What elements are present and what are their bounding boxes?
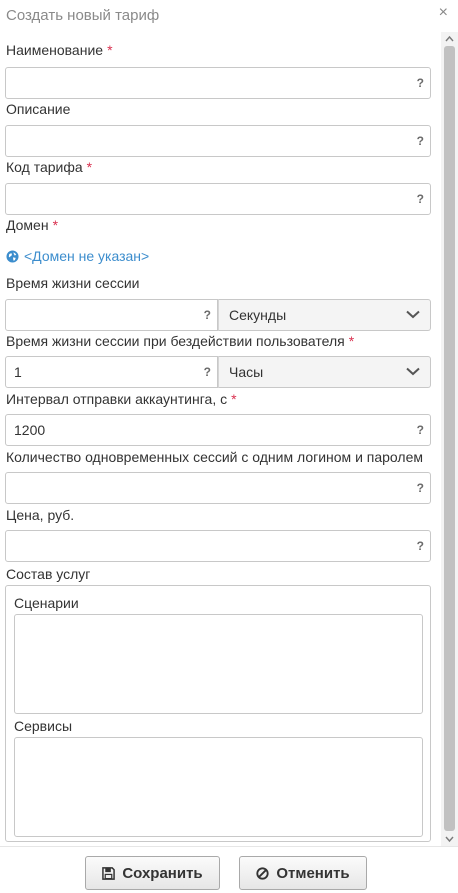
vertical-scrollbar[interactable] [441, 32, 458, 846]
help-icon[interactable]: ? [204, 365, 211, 379]
scenarios-list[interactable] [14, 614, 423, 714]
dialog-header: Создать новый тариф × [0, 0, 458, 32]
help-icon[interactable]: ? [417, 134, 424, 148]
concurrent-sessions-input[interactable]: ? [5, 472, 431, 504]
form-scroll-area: Наименование * ? Описание ? Код тарифа * ?… [0, 32, 458, 846]
help-icon[interactable]: ? [417, 481, 424, 495]
concurrent-sessions-label: Количество одновременных сессий с одним … [6, 449, 423, 465]
required-mark: * [348, 333, 355, 349]
session-lifetime-unit-select[interactable]: Секунды [218, 299, 431, 331]
required-mark: * [86, 159, 93, 175]
domain-select-link[interactable]: <Домен не указан> [6, 248, 149, 264]
idle-lifetime-group: 1 ? Часы [5, 356, 431, 388]
price-input[interactable]: ? [5, 530, 431, 562]
floppy-disk-icon [102, 866, 116, 880]
dialog-title: Создать новый тариф [6, 7, 160, 24]
session-lifetime-group: ? Секунды [5, 299, 431, 331]
idle-lifetime-unit-select[interactable]: Часы [218, 356, 431, 388]
services-sub-label: Сервисы [14, 718, 73, 734]
close-icon[interactable]: × [439, 5, 448, 21]
help-icon[interactable]: ? [204, 308, 211, 322]
help-icon[interactable]: ? [417, 539, 424, 553]
idle-lifetime-input[interactable]: 1 ? [5, 356, 218, 388]
ban-icon [256, 866, 269, 880]
session-lifetime-label: Время жизни сессии [6, 275, 140, 291]
accounting-interval-input[interactable]: 1200 ? [5, 414, 431, 446]
help-icon[interactable]: ? [417, 76, 424, 90]
save-button[interactable]: Сохранить [85, 856, 220, 890]
code-input[interactable]: ? [5, 183, 431, 215]
scenarios-label: Сценарии [14, 595, 79, 611]
name-input[interactable]: ? [5, 67, 431, 99]
scroll-up-icon[interactable] [444, 33, 455, 45]
chevron-down-icon [406, 367, 420, 376]
scrollbar-thumb[interactable] [444, 46, 455, 831]
price-label: Цена, руб. [6, 507, 75, 523]
dialog-footer: Сохранить Отменить [0, 846, 458, 893]
code-label: Код тарифа * [6, 159, 93, 175]
required-mark: * [231, 391, 237, 407]
required-mark: * [52, 217, 59, 233]
chevron-down-icon [406, 310, 420, 319]
help-icon[interactable]: ? [417, 192, 424, 206]
services-group: Сценарии Сервисы [5, 585, 431, 842]
globe-icon [6, 250, 19, 263]
scroll-down-icon[interactable] [444, 833, 455, 845]
session-lifetime-input[interactable]: ? [5, 299, 218, 331]
description-label: Описание [6, 101, 71, 117]
services-label: Состав услуг [6, 566, 91, 582]
idle-lifetime-label: Время жизни сессии при бездействии польз… [6, 333, 355, 349]
services-list[interactable] [14, 737, 423, 837]
name-label: Наименование * [6, 42, 113, 58]
required-mark: * [107, 42, 113, 58]
domain-label: Домен * [6, 217, 59, 233]
description-input[interactable]: ? [5, 125, 431, 157]
accounting-interval-label: Интервал отправки аккаунтинга, с * [6, 391, 237, 407]
cancel-button[interactable]: Отменить [239, 856, 367, 890]
help-icon[interactable]: ? [417, 423, 424, 437]
